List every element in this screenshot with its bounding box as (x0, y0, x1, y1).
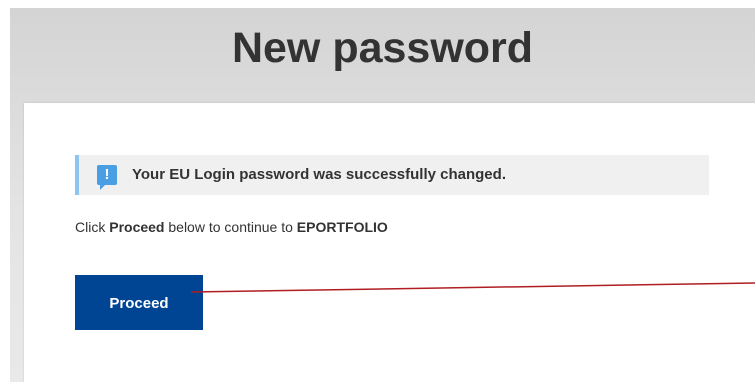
proceed-button[interactable]: Proceed (75, 275, 203, 330)
screen: New password ! Your EU Login password wa… (10, 8, 755, 382)
instruction-middle: below to continue to (164, 219, 297, 235)
instruction-action: Proceed (109, 219, 165, 235)
instruction-text: Click Proceed below to continue to EPORT… (75, 218, 388, 236)
instruction-prefix: Click (75, 219, 110, 235)
success-alert: ! Your EU Login password was successfull… (75, 155, 709, 195)
info-speech-icon: ! (97, 165, 117, 190)
page-title: New password (231, 24, 534, 72)
alert-message: Your EU Login password was successfully … (132, 166, 506, 183)
instruction-target: EPORTFOLIO (296, 219, 388, 235)
content-card: ! Your EU Login password was successfull… (24, 103, 755, 382)
